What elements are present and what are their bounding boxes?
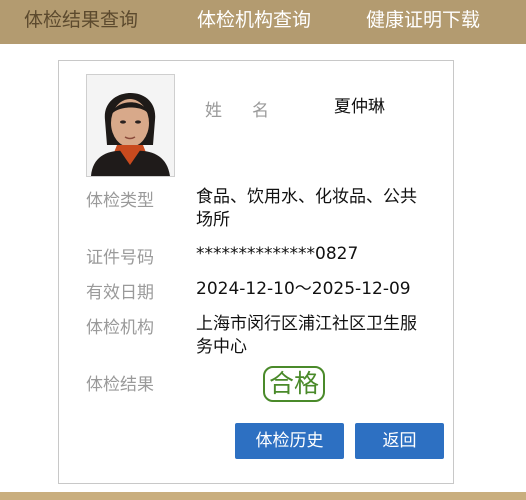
portrait-photo bbox=[86, 74, 175, 177]
bottom-frame bbox=[0, 492, 526, 500]
result-label: 体检结果 bbox=[86, 375, 154, 395]
tab-exam-result-query[interactable]: 体检结果查询 bbox=[24, 0, 138, 44]
institution-value: 上海市闵行区浦江社区卫生服务中心 bbox=[196, 314, 417, 357]
exam-type-value: 食品、饮用水、化妆品、公共场所 bbox=[196, 187, 417, 230]
name-label: 姓名 bbox=[205, 96, 269, 121]
valid-date-label: 有效日期 bbox=[86, 283, 154, 303]
name-value: 夏仲琳 bbox=[334, 97, 385, 117]
exam-history-button[interactable]: 体检历史 bbox=[235, 423, 344, 459]
top-nav: 体检结果查询 体检机构查询 健康证明下载 bbox=[0, 0, 526, 44]
name-label-char-2: 名 bbox=[252, 101, 269, 121]
tab-health-certificate-download[interactable]: 健康证明下载 bbox=[366, 0, 480, 44]
portrait-image bbox=[87, 75, 174, 176]
exam-type-label: 体检类型 bbox=[86, 191, 154, 211]
name-label-char-1: 姓 bbox=[205, 101, 222, 121]
valid-date-value: 2024-12-10～2025-12-09 bbox=[196, 279, 411, 299]
tab-exam-institution-query[interactable]: 体检机构查询 bbox=[197, 0, 311, 44]
result-qualified-stamp: 合格 bbox=[263, 366, 325, 402]
id-number-value: **************0827 bbox=[196, 244, 359, 264]
id-number-label: 证件号码 bbox=[86, 248, 154, 268]
back-button[interactable]: 返回 bbox=[355, 423, 444, 459]
institution-label: 体检机构 bbox=[86, 318, 154, 338]
